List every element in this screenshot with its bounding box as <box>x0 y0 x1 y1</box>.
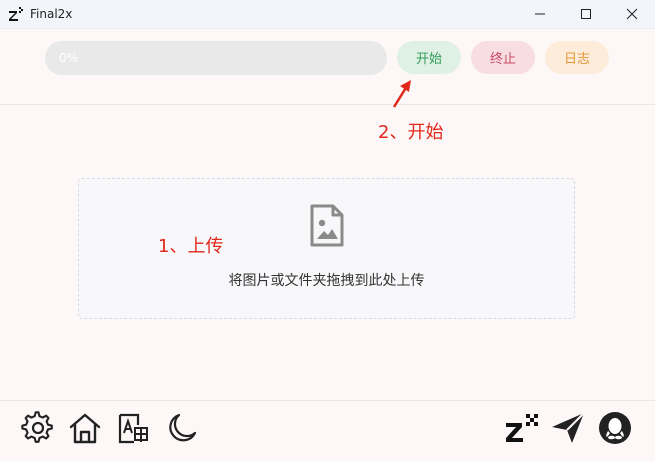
app-logo-icon <box>9 7 23 21</box>
progress-text: 0% <box>59 51 79 65</box>
upload-hint: 将图片或文件夹拖拽到此处上传 <box>228 273 425 289</box>
settings-button[interactable] <box>21 411 55 445</box>
qq-icon <box>599 412 631 444</box>
stop-button[interactable]: 终止 <box>471 41 535 74</box>
window-title: Final2x <box>30 7 73 21</box>
close-button[interactable] <box>609 0 655 28</box>
minimize-button[interactable] <box>517 0 563 28</box>
annotation-arrow-icon <box>392 80 411 108</box>
footer-divider <box>0 400 655 401</box>
progress-bar: 0% <box>45 41 387 75</box>
image-text-icon <box>118 413 148 444</box>
window-controls <box>517 0 655 28</box>
home-icon <box>69 413 101 444</box>
home-button[interactable] <box>68 411 102 445</box>
maximize-icon <box>581 9 591 19</box>
theme-toggle-button[interactable] <box>164 411 198 445</box>
gear-icon <box>21 411 53 443</box>
image-text-button[interactable] <box>116 411 150 445</box>
annotation-step-1: 1、上传 <box>158 236 224 257</box>
annotation-step-2: 2、开始 <box>378 122 444 143</box>
qq-button[interactable] <box>598 411 632 445</box>
final2x-logo-icon <box>506 414 538 442</box>
moon-icon <box>169 413 197 442</box>
log-button[interactable]: 日志 <box>545 41 609 74</box>
upload-dropzone[interactable]: 将图片或文件夹拖拽到此处上传 <box>78 178 575 319</box>
start-button[interactable]: 开始 <box>397 41 461 74</box>
minimize-icon <box>535 13 545 15</box>
title-bar: Final2x <box>0 0 655 29</box>
send-button[interactable] <box>551 411 585 445</box>
close-icon <box>626 8 638 20</box>
header-divider <box>0 104 655 105</box>
image-file-icon <box>310 204 344 247</box>
final2x-logo-button[interactable] <box>504 411 538 445</box>
maximize-button[interactable] <box>563 0 609 28</box>
send-icon <box>552 412 585 443</box>
